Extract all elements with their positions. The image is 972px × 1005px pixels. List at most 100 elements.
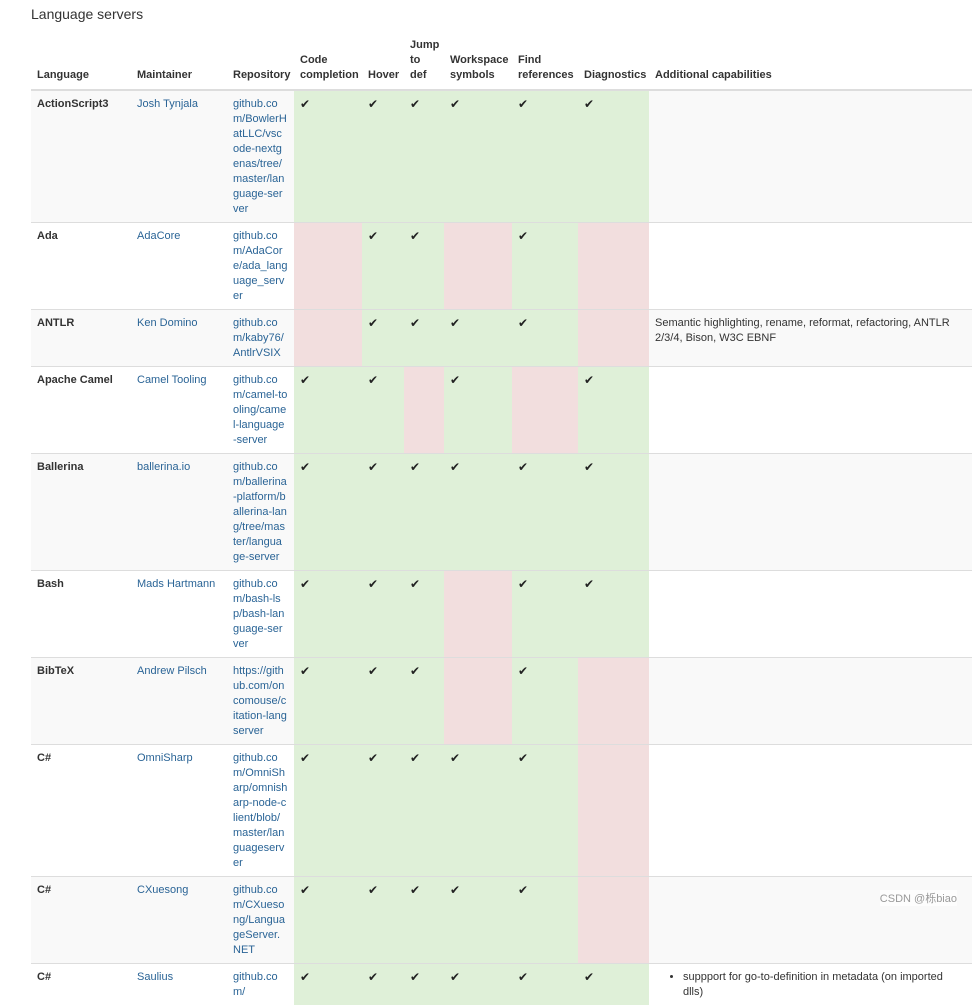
repository-link[interactable]: github.com/camel-tooling/camel-language-…: [233, 374, 287, 446]
col-header-code-completion: Code completion: [294, 34, 362, 90]
diagnostics-cell: [578, 223, 649, 310]
diagnostics-cell: ✔: [578, 571, 649, 658]
table-row: Apache CamelCamel Toolinggithub.com/came…: [31, 367, 972, 454]
jump-to-def-cell: ✔: [404, 658, 444, 745]
check-icon: ✔: [368, 970, 378, 984]
maintainer-link[interactable]: Ken Domino: [137, 317, 198, 329]
language-cell: C#: [31, 745, 131, 877]
language-cell: Bash: [31, 571, 131, 658]
check-icon: ✔: [410, 577, 420, 591]
check-icon: ✔: [300, 373, 310, 387]
repository-link[interactable]: github.com/AdaCore/ada_language_server: [233, 230, 287, 302]
diagnostics-cell: ✔: [578, 964, 649, 1005]
table-row: C#Sauliusgithub.com/✔✔✔✔✔✔suppport for g…: [31, 964, 972, 1005]
check-icon: ✔: [300, 751, 310, 765]
maintainer-link[interactable]: ballerina.io: [137, 461, 190, 473]
table-row: Ballerina ballerina.io github.com/ballerin…: [31, 454, 972, 571]
additional-capabilities-cell: [649, 367, 972, 454]
check-icon: ✔: [518, 664, 528, 678]
maintainer-link[interactable]: Camel Tooling: [137, 374, 207, 386]
diagnostics-cell: ✔: [578, 90, 649, 223]
maintainer-cell: ballerina.io: [131, 454, 227, 571]
repository-link[interactable]: github.com/ballerina-platform/ballerina-…: [233, 461, 287, 563]
maintainer-cell: Andrew Pilsch: [131, 658, 227, 745]
check-icon: ✔: [300, 664, 310, 678]
check-icon: ✔: [300, 577, 310, 591]
code-completion-cell: ✔: [294, 571, 362, 658]
language-cell: Ballerina: [31, 454, 131, 571]
check-icon: ✔: [368, 460, 378, 474]
find-references-cell: ✔: [512, 310, 578, 367]
maintainer-link[interactable]: OmniSharp: [137, 752, 193, 764]
col-header-find-references: Find references: [512, 34, 578, 90]
maintainer-link[interactable]: CXuesong: [137, 884, 188, 896]
repository-link[interactable]: github.com/OmniSharp/omnisharp-node-clie…: [233, 752, 287, 869]
workspace-symbols-cell: [444, 571, 512, 658]
diagnostics-cell: ✔: [578, 454, 649, 571]
repository-cell: github.com/CXuesong/LanguageServer.NET: [227, 877, 294, 964]
language-cell: C#: [31, 964, 131, 1005]
col-header-language: Language: [31, 34, 131, 90]
maintainer-link[interactable]: Mads Hartmann: [137, 578, 215, 590]
find-references-cell: ✔: [512, 745, 578, 877]
check-icon: ✔: [518, 460, 528, 474]
jump-to-def-cell: ✔: [404, 454, 444, 571]
check-icon: ✔: [300, 970, 310, 984]
find-references-cell: ✔: [512, 877, 578, 964]
col-header-additional-capabilities: Additional capabilities: [649, 34, 972, 90]
repository-cell: github.com/kaby76/AntlrVSIX: [227, 310, 294, 367]
check-icon: ✔: [300, 883, 310, 897]
check-icon: ✔: [368, 316, 378, 330]
hover-cell: ✔: [362, 454, 404, 571]
hover-cell: ✔: [362, 571, 404, 658]
repository-link[interactable]: github.com/bash-lsp/bash-language-server: [233, 578, 284, 650]
maintainer-cell: OmniSharp: [131, 745, 227, 877]
jump-to-def-cell: [404, 367, 444, 454]
diagnostics-cell: [578, 310, 649, 367]
check-icon: ✔: [368, 229, 378, 243]
code-completion-cell: ✔: [294, 877, 362, 964]
table-row: C# CXuesong github.com/CXuesong/LanguageSe…: [31, 877, 972, 964]
additional-capabilities-cell: [649, 658, 972, 745]
language-cell: C#: [31, 877, 131, 964]
code-completion-cell: ✔: [294, 964, 362, 1005]
maintainer-link[interactable]: Josh Tynjala: [137, 98, 198, 110]
maintainer-link[interactable]: Saulius: [137, 971, 173, 983]
repository-link[interactable]: https://github.com/oncomouse/citation-la…: [233, 665, 287, 737]
maintainer-link[interactable]: Andrew Pilsch: [137, 665, 207, 677]
check-icon: ✔: [368, 577, 378, 591]
check-icon: ✔: [410, 316, 420, 330]
check-icon: ✔: [584, 373, 594, 387]
maintainer-cell: Mads Hartmann: [131, 571, 227, 658]
workspace-symbols-cell: ✔: [444, 964, 512, 1005]
hover-cell: ✔: [362, 223, 404, 310]
col-header-diagnostics: Diagnostics: [578, 34, 649, 90]
additional-capabilities-cell: [649, 90, 972, 223]
code-completion-cell: [294, 223, 362, 310]
additional-capabilities-cell: Semantic highlighting, rename, reformat,…: [649, 310, 972, 367]
table-row: ActionScript3Josh Tynjalagithub.com/Bowl…: [31, 90, 972, 223]
repository-link[interactable]: github.com/: [233, 971, 278, 998]
additional-capabilities-cell: [649, 745, 972, 877]
find-references-cell: ✔: [512, 964, 578, 1005]
table-row: BibTeXAndrew Pilschhttps://github.com/on…: [31, 658, 972, 745]
table-header-row: Language Maintainer Repository Code comp…: [31, 34, 972, 90]
maintainer-link[interactable]: AdaCore: [137, 230, 180, 242]
check-icon: ✔: [450, 883, 460, 897]
maintainer-cell: Josh Tynjala: [131, 90, 227, 223]
jump-to-def-cell: ✔: [404, 964, 444, 1005]
maintainer-cell: Saulius: [131, 964, 227, 1005]
code-completion-cell: ✔: [294, 454, 362, 571]
hover-cell: ✔: [362, 90, 404, 223]
repository-link[interactable]: github.com/BowlerHatLLC/vscode-nextgenas…: [233, 98, 287, 215]
table-row: C# OmniSharp github.com/OmniSharp/omnishar…: [31, 745, 972, 877]
check-icon: ✔: [518, 229, 528, 243]
repository-link[interactable]: github.com/kaby76/AntlrVSIX: [233, 317, 284, 359]
check-icon: ✔: [368, 883, 378, 897]
check-icon: ✔: [450, 751, 460, 765]
language-cell: Ada: [31, 223, 131, 310]
repository-link[interactable]: github.com/CXuesong/LanguageServer.NET: [233, 884, 285, 956]
code-completion-cell: ✔: [294, 90, 362, 223]
workspace-symbols-cell: ✔: [444, 454, 512, 571]
check-icon: ✔: [410, 751, 420, 765]
